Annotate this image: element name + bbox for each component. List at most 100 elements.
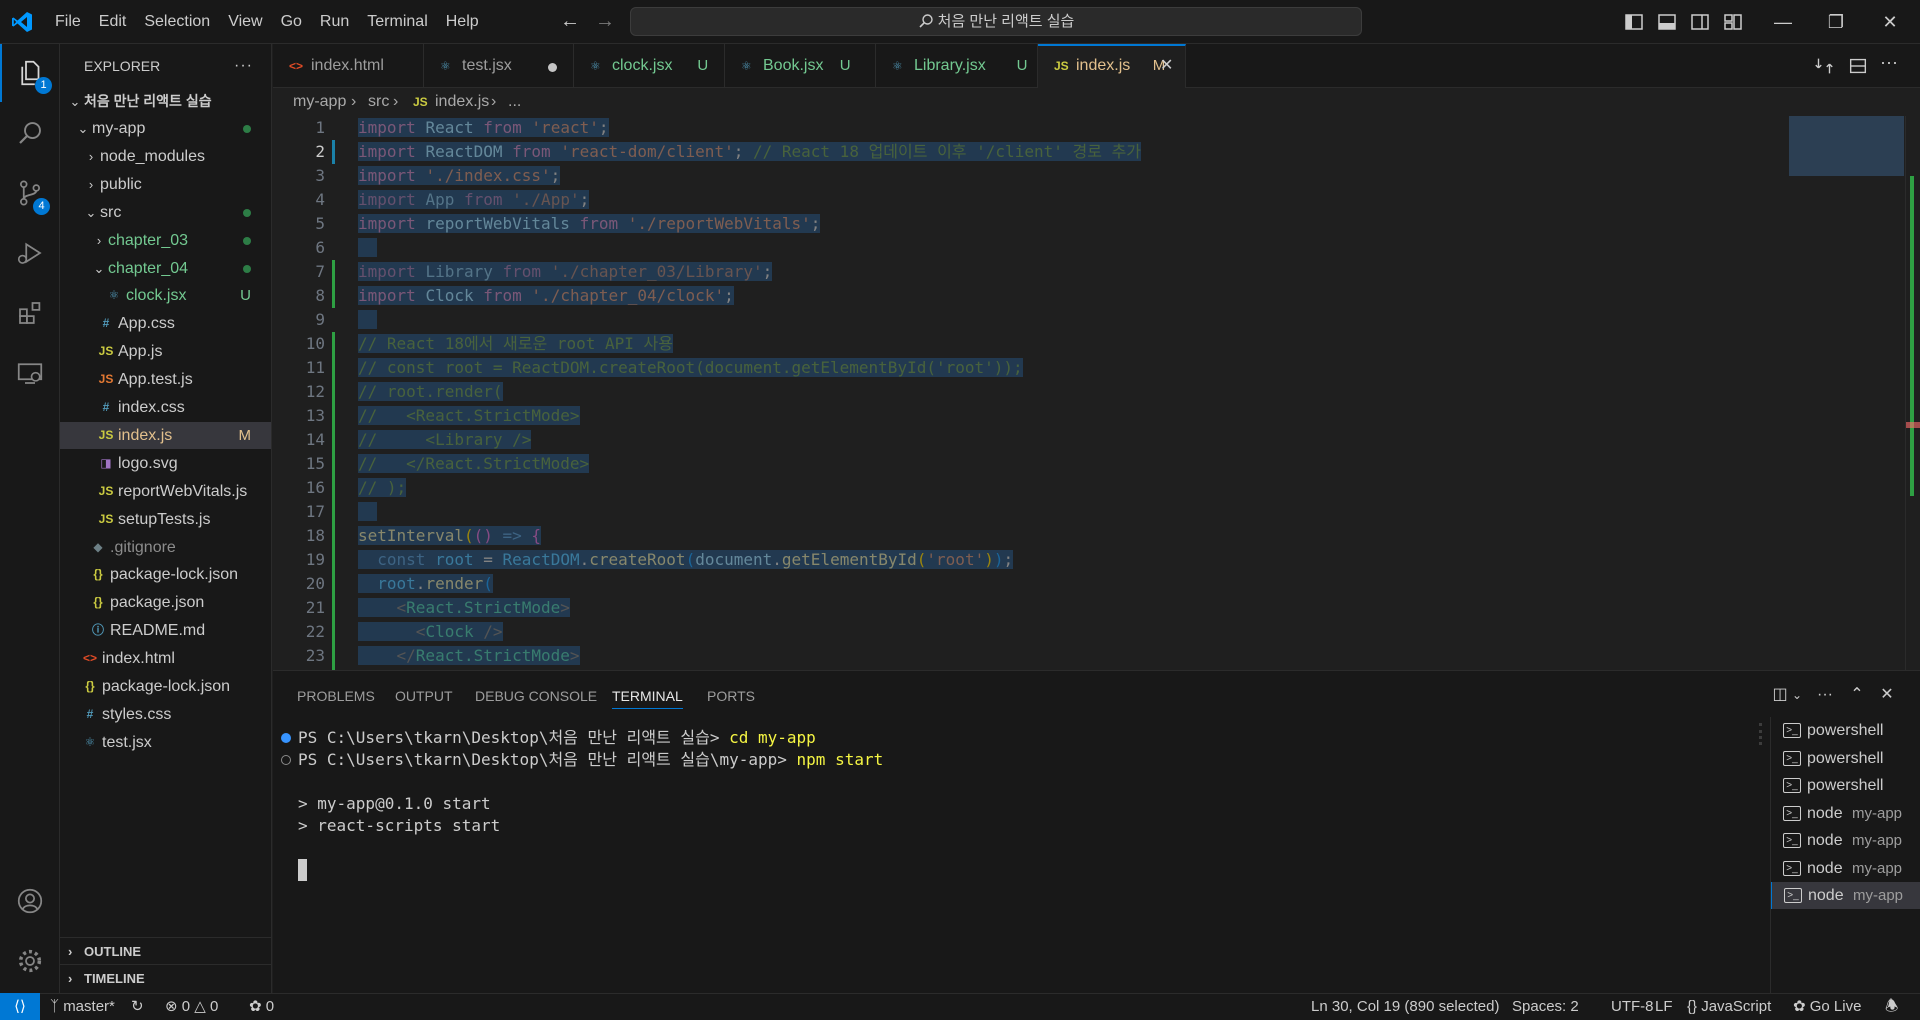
- more-actions-icon[interactable]: ···: [1880, 52, 1898, 73]
- menu-go[interactable]: Go: [272, 13, 311, 31]
- minimap[interactable]: [1789, 116, 1904, 176]
- explorer-root-folder[interactable]: ⌄ 처음 만난 리액트 실습: [60, 88, 271, 115]
- tree-item[interactable]: › node_modules: [60, 143, 271, 170]
- tree-item[interactable]: ⌄ src: [60, 199, 271, 226]
- tree-item[interactable]: ⚛ clock.jsx U: [60, 282, 271, 309]
- tree-item[interactable]: ⚛ test.jsx: [60, 729, 271, 756]
- terminal-instance[interactable]: >_ powershell: [1771, 772, 1920, 799]
- source-control-activity[interactable]: 4: [0, 164, 60, 222]
- tree-item[interactable]: {} package-lock.json: [60, 561, 271, 588]
- eol-status[interactable]: LF: [1655, 994, 1673, 1020]
- editor-scrollbar[interactable]: [1905, 116, 1920, 670]
- forward-arrow-icon[interactable]: →: [593, 10, 617, 34]
- tree-item[interactable]: {} package.json: [60, 589, 271, 616]
- restore-window-icon[interactable]: ❐: [1806, 0, 1866, 44]
- remote-explorer-activity[interactable]: [0, 344, 60, 402]
- tree-item[interactable]: JS index.js M: [60, 421, 271, 449]
- tab-index-js[interactable]: JS index.js M ✕: [1038, 44, 1186, 88]
- tree-item[interactable]: ◨ logo.svg: [60, 450, 271, 477]
- tree-item[interactable]: <> index.html: [60, 645, 271, 672]
- code-editor[interactable]: 123456789101112131415161718192021222324 …: [273, 116, 1920, 670]
- menu-help[interactable]: Help: [437, 13, 488, 31]
- tab-output[interactable]: OUTPUT: [395, 671, 453, 721]
- close-icon[interactable]: ✕: [1160, 46, 1173, 86]
- cursor-position[interactable]: Ln 30, Col 19 (890 selected): [1311, 994, 1499, 1020]
- breadcrumb-item[interactable]: index.js: [435, 88, 489, 116]
- minimize-window-icon[interactable]: —: [1753, 0, 1813, 44]
- accounts-activity[interactable]: [0, 872, 60, 930]
- sync-icon[interactable]: ↻: [131, 994, 144, 1020]
- close-panel-icon[interactable]: ✕: [1876, 684, 1898, 706]
- terminal-instance[interactable]: >_ node my-app: [1771, 827, 1920, 854]
- menu-file[interactable]: File: [46, 13, 90, 31]
- toggle-panel-icon[interactable]: [1654, 10, 1680, 34]
- customize-layout-icon[interactable]: [1720, 10, 1746, 34]
- search-activity[interactable]: [0, 104, 60, 162]
- ports-status[interactable]: ✿ 0: [249, 994, 274, 1020]
- problems-status[interactable]: ⊗ 0 △ 0: [165, 994, 218, 1020]
- timeline-section[interactable]: › TIMELINE: [60, 964, 271, 991]
- maximize-panel-icon[interactable]: ⌃: [1846, 684, 1868, 706]
- tab-test-jsx[interactable]: ⚛ test.jsx: [424, 44, 574, 88]
- extensions-activity[interactable]: [0, 284, 60, 342]
- toggle-secondary-sidebar-icon[interactable]: [1687, 10, 1713, 34]
- command-center-search[interactable]: 처음 만난 리액트 실습: [630, 7, 1362, 36]
- terminal-instance[interactable]: >_ powershell: [1771, 717, 1920, 744]
- tree-item[interactable]: › public: [60, 171, 271, 198]
- toggle-primary-sidebar-icon[interactable]: [1621, 10, 1647, 34]
- tree-item[interactable]: {} package-lock.json: [60, 673, 271, 700]
- menu-edit[interactable]: Edit: [90, 13, 136, 31]
- tab-clock-jsx[interactable]: ⚛ clock.jsx U: [574, 44, 725, 88]
- menu-selection[interactable]: Selection: [135, 13, 219, 31]
- breadcrumb-item[interactable]: src: [368, 88, 389, 116]
- manage-activity[interactable]: [0, 932, 60, 990]
- close-window-icon[interactable]: ✕: [1860, 0, 1920, 44]
- more-actions-icon[interactable]: ···: [234, 44, 253, 88]
- react-file-icon: ⚛: [892, 59, 903, 73]
- tree-item[interactable]: ⓘ README.md: [60, 617, 271, 644]
- branch-status[interactable]: ᛉ master*: [50, 994, 115, 1020]
- tab-debug-console[interactable]: DEBUG CONSOLE: [475, 671, 597, 721]
- explorer-activity[interactable]: 1: [0, 44, 60, 102]
- menu-terminal[interactable]: Terminal: [358, 13, 436, 31]
- tab-book-jsx[interactable]: ⚛ Book.jsx U: [725, 44, 876, 88]
- tab-problems[interactable]: PROBLEMS: [297, 671, 375, 721]
- unsaved-dot-icon[interactable]: [548, 63, 557, 72]
- breadcrumb-item[interactable]: ...: [508, 88, 521, 116]
- terminal-instance[interactable]: >_ node my-app: [1771, 855, 1920, 882]
- language-status[interactable]: {} JavaScript: [1687, 994, 1771, 1020]
- tree-item[interactable]: JS setupTests.js: [60, 506, 271, 533]
- go-live-button[interactable]: ✿ Go Live: [1793, 994, 1861, 1020]
- tree-item[interactable]: ◆ .gitignore: [60, 534, 271, 561]
- encoding-status[interactable]: UTF-8: [1611, 994, 1654, 1020]
- tree-item[interactable]: # App.css: [60, 310, 271, 337]
- tree-item[interactable]: # index.css: [60, 394, 271, 421]
- indentation-status[interactable]: Spaces: 2: [1512, 994, 1579, 1020]
- breadcrumb-item[interactable]: my-app: [293, 88, 346, 116]
- tree-item[interactable]: JS reportWebVitals.js: [60, 478, 271, 505]
- terminal-instance[interactable]: >_ powershell: [1771, 745, 1920, 772]
- terminal-instance[interactable]: >_ node my-app: [1771, 800, 1920, 827]
- notifications-bell-icon[interactable]: 🕭: [1885, 994, 1898, 1020]
- tab-index-html[interactable]: <> index.html: [273, 44, 424, 88]
- split-editor-icon[interactable]: [1847, 55, 1869, 77]
- chevron-down-icon[interactable]: ⌄: [1786, 684, 1808, 706]
- more-actions-icon[interactable]: ···: [1814, 684, 1836, 706]
- tree-item[interactable]: # styles.css: [60, 701, 271, 728]
- tree-item[interactable]: ⌄ chapter_04: [60, 255, 271, 282]
- back-arrow-icon[interactable]: ←: [558, 10, 582, 34]
- terminal-instance[interactable]: >_ node my-app: [1771, 882, 1920, 909]
- remote-indicator-icon[interactable]: ⟨⟩: [0, 993, 40, 1020]
- run-debug-activity[interactable]: [0, 224, 60, 282]
- tree-item[interactable]: JS App.js: [60, 338, 271, 365]
- open-changes-icon[interactable]: [1813, 55, 1835, 77]
- tree-item[interactable]: ⌄ my-app: [60, 115, 271, 142]
- menu-view[interactable]: View: [219, 13, 271, 31]
- tab-terminal[interactable]: TERMINAL: [612, 671, 683, 721]
- tab-ports[interactable]: PORTS: [707, 671, 755, 721]
- tree-item[interactable]: › chapter_03: [60, 227, 271, 254]
- menu-run[interactable]: Run: [311, 13, 358, 31]
- tree-item[interactable]: JS App.test.js: [60, 366, 271, 393]
- outline-section[interactable]: › OUTLINE: [60, 937, 271, 964]
- tab-library-jsx[interactable]: ⚛ Library.jsx U: [876, 44, 1038, 88]
